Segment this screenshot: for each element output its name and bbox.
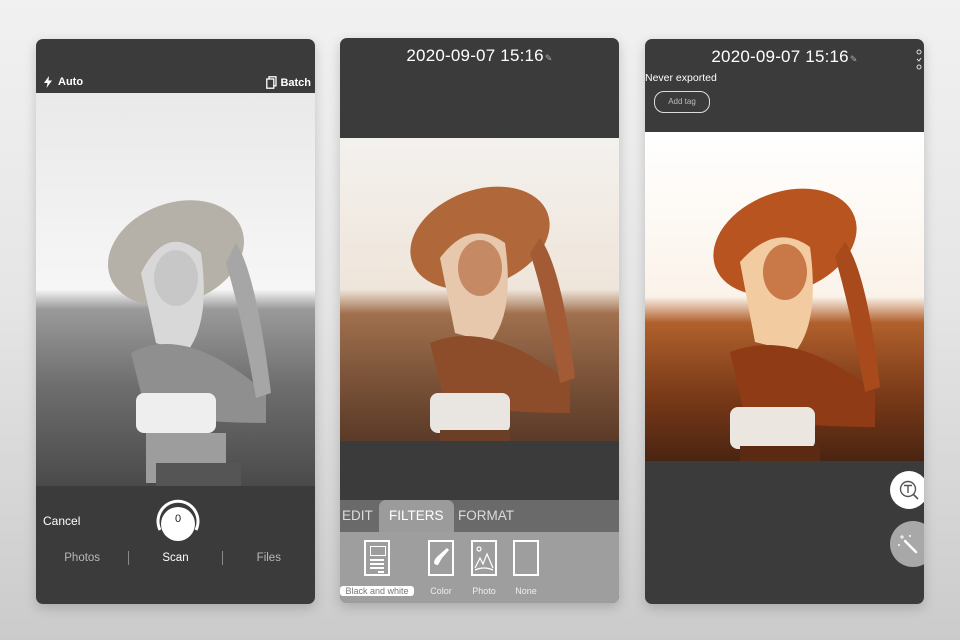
filter-none[interactable]: None — [511, 540, 541, 596]
mode-photos[interactable]: Photos — [36, 552, 128, 564]
mode-scan[interactable]: Scan — [129, 552, 221, 564]
pencil-icon: ✎ — [544, 53, 553, 63]
filter-label: Photo — [472, 586, 496, 596]
filter-black-and-white[interactable]: Black and white — [340, 540, 414, 596]
document-title[interactable]: 2020-09-07 15:16✎ — [645, 47, 924, 67]
blank-page-icon — [513, 540, 539, 576]
flash-auto-button[interactable]: Auto — [44, 76, 83, 88]
filters-screen: 2020-09-07 15:16✎ EDIT FILTERS FORMAT Bl… — [340, 38, 619, 603]
filter-label: Color — [430, 586, 452, 596]
filter-label: None — [515, 586, 537, 596]
document-title[interactable]: 2020-09-07 15:16✎ — [340, 46, 619, 66]
more-options-icon[interactable] — [916, 49, 922, 76]
document-icon — [364, 540, 390, 576]
tab-filters[interactable]: FILTERS — [379, 500, 454, 532]
batch-button[interactable]: Batch — [266, 76, 311, 89]
editor-tab-bar: EDIT FILTERS FORMAT — [340, 500, 619, 532]
scan-top-bar: Auto Batch — [36, 72, 315, 92]
pencil-icon: ✎ — [849, 54, 858, 64]
scan-preview-photo — [36, 93, 315, 486]
document-title-text: 2020-09-07 15:16 — [406, 46, 544, 65]
filters-preview-photo — [340, 138, 619, 441]
mode-files[interactable]: Files — [223, 552, 315, 564]
filter-label: Black and white — [340, 586, 414, 596]
document-detail-screen: 2020-09-07 15:16✎ Never exported Add tag — [645, 39, 924, 604]
document-title-text: 2020-09-07 15:16 — [711, 47, 849, 66]
magic-wand-icon — [898, 535, 918, 554]
filter-photo[interactable]: Photo — [469, 540, 499, 596]
text-recognition-icon — [899, 480, 919, 500]
image-icon — [471, 540, 497, 576]
scan-bottom-bar: Cancel 0 Photos Scan Files — [36, 486, 315, 604]
cancel-button[interactable]: Cancel — [43, 514, 80, 528]
tab-edit[interactable]: EDIT — [342, 500, 373, 532]
document-photo — [645, 132, 924, 461]
filter-options-panel: Black and white Color Photo None — [340, 532, 619, 603]
brush-icon — [428, 540, 454, 576]
export-status: Never exported — [645, 72, 717, 84]
tab-format[interactable]: FORMAT — [458, 500, 514, 532]
flash-label: Auto — [58, 76, 84, 88]
batch-label: Batch — [280, 76, 311, 89]
shutter-count: 0 — [174, 513, 182, 525]
scan-screen: Auto Batch Cancel 0 Photos Scan Files — [36, 39, 315, 604]
flash-icon — [44, 76, 52, 88]
mode-switcher: Photos Scan Files — [36, 550, 315, 566]
auto-enhance-button[interactable] — [890, 521, 924, 567]
batch-icon — [266, 76, 278, 89]
text-recognition-button[interactable] — [890, 471, 924, 509]
add-tag-button[interactable]: Add tag — [654, 91, 710, 113]
filter-color[interactable]: Color — [426, 540, 456, 596]
shutter-button[interactable]: 0 — [154, 498, 202, 546]
